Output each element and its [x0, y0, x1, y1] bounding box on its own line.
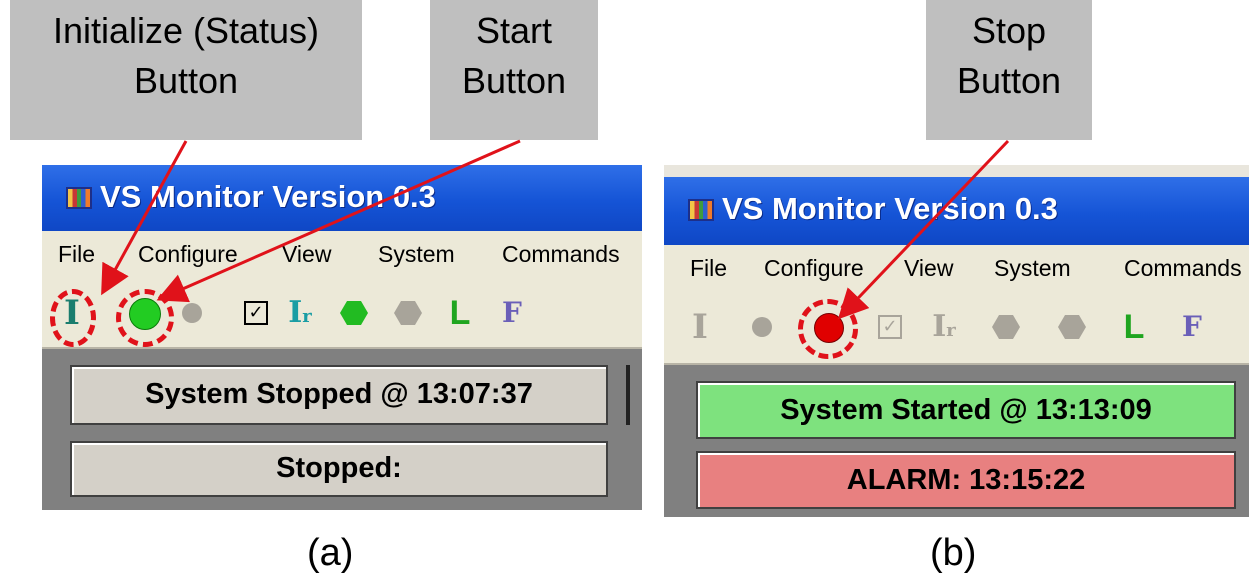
title-bar: VS Monitor Version 0.3: [664, 177, 1249, 245]
initialize-highlight-ring: [50, 289, 96, 347]
menu-view[interactable]: View: [282, 241, 331, 268]
run-step-icon[interactable]: [336, 293, 372, 333]
app-icon: [66, 187, 92, 209]
start-callout-line1: Start: [475, 10, 553, 51]
menu-system[interactable]: System: [994, 255, 1071, 282]
initialize-callout-line1: Initialize (Status): [52, 10, 320, 51]
log-icon[interactable]: L: [1116, 307, 1152, 347]
hold-icon[interactable]: [390, 293, 426, 333]
menu-bar: File Configure View System Commands: [42, 231, 642, 281]
system-status-box: System Stopped @ 13:07:37: [70, 365, 608, 425]
initialize-tr-icon[interactable]: Ir: [926, 307, 962, 347]
stop-button-callout: Stop Button: [926, 0, 1092, 140]
menu-file[interactable]: File: [58, 241, 95, 268]
toolbar: I ✓ Ir L F: [664, 295, 1249, 365]
file-icon[interactable]: F: [1174, 307, 1210, 347]
menu-configure[interactable]: Configure: [138, 241, 238, 268]
stop-callout-line2: Button: [956, 60, 1062, 101]
start-callout-line2: Button: [461, 60, 567, 101]
start-highlight-ring: [116, 289, 174, 347]
run-state-box: ALARM: 13:15:22: [696, 451, 1236, 509]
status-divider: [626, 365, 630, 425]
initialize-callout-line2: Button: [133, 60, 239, 101]
start-icon[interactable]: [744, 307, 780, 347]
check-icon[interactable]: ✓: [872, 307, 908, 347]
log-icon[interactable]: L: [442, 293, 478, 333]
status-area: System Stopped @ 13:07:37 Stopped:: [42, 349, 642, 510]
file-icon[interactable]: F: [494, 293, 530, 333]
system-status-box: System Started @ 13:13:09: [696, 381, 1236, 439]
initialize-tr-icon[interactable]: Ir: [282, 293, 318, 333]
start-button-callout: Start Button: [430, 0, 598, 140]
stop-icon[interactable]: [174, 293, 210, 333]
stop-highlight-ring: [798, 299, 858, 359]
caption-a: (a): [307, 532, 354, 574]
app-icon: [688, 199, 714, 221]
vs-monitor-window-b: VS Monitor Version 0.3 File Configure Vi…: [664, 165, 1249, 517]
title-bar: VS Monitor Version 0.3: [42, 165, 642, 231]
caption-b: (b): [930, 532, 977, 574]
initialize-icon[interactable]: I: [682, 307, 718, 347]
menu-configure[interactable]: Configure: [764, 255, 864, 282]
menu-commands[interactable]: Commands: [1124, 255, 1242, 282]
run-state-box: Stopped:: [70, 441, 608, 497]
menu-bar: File Configure View System Commands: [664, 245, 1249, 295]
window-title: VS Monitor Version 0.3: [100, 179, 436, 214]
stop-callout-line1: Stop: [971, 10, 1047, 51]
check-icon[interactable]: ✓: [238, 293, 274, 333]
window-title: VS Monitor Version 0.3: [722, 191, 1058, 226]
initialize-button-callout: Initialize (Status) Button: [10, 0, 362, 140]
run-step-icon[interactable]: [988, 307, 1024, 347]
menu-commands[interactable]: Commands: [502, 241, 620, 268]
status-area: System Started @ 13:13:09 ALARM: 13:15:2…: [664, 365, 1249, 517]
vs-monitor-window-a: VS Monitor Version 0.3 File Configure Vi…: [42, 165, 642, 510]
menu-system[interactable]: System: [378, 241, 455, 268]
menu-file[interactable]: File: [690, 255, 727, 282]
menu-view[interactable]: View: [904, 255, 953, 282]
hold-icon[interactable]: [1054, 307, 1090, 347]
